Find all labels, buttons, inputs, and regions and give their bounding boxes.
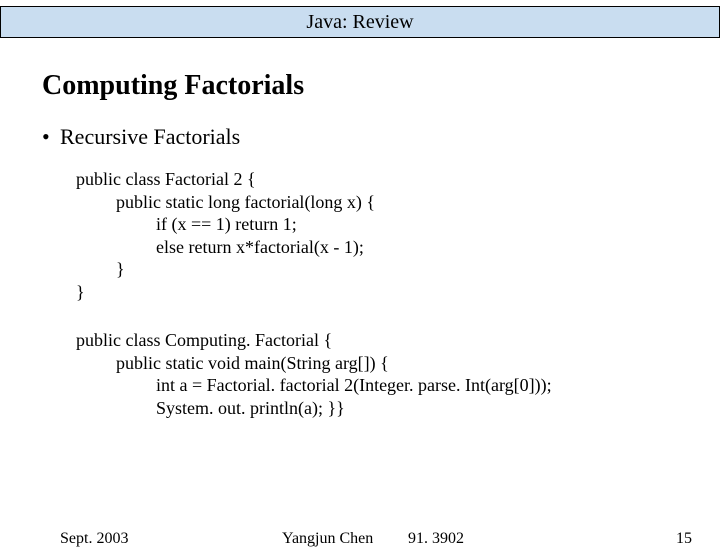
title-bar: Java: Review: [0, 6, 720, 38]
footer-author: Yangjun Chen: [282, 530, 373, 548]
bullet-dot: •: [42, 124, 60, 150]
code-line: System. out. println(a); }}: [76, 397, 720, 420]
code-line: public static void main(String arg[]) {: [76, 352, 720, 375]
bullet-text: Recursive Factorials: [60, 124, 240, 150]
code-line: }: [76, 258, 720, 281]
slide-heading: Computing Factorials: [42, 70, 720, 102]
code-line: if (x == 1) return 1;: [76, 213, 720, 236]
code-line: public class Factorial 2 {: [76, 168, 720, 191]
footer-date: Sept. 2003: [60, 530, 128, 548]
code-line: public static long factorial(long x) {: [76, 191, 720, 214]
code-line: }: [76, 281, 720, 304]
code-block-2: public class Computing. Factorial { publ…: [76, 329, 720, 419]
slide: Java: Review Computing Factorials • Recu…: [0, 6, 720, 546]
bullet-item: • Recursive Factorials: [42, 124, 720, 150]
code-line: else return x*factorial(x - 1);: [76, 236, 720, 259]
title-text: Java: Review: [306, 11, 413, 34]
code-block-1: public class Factorial 2 { public static…: [76, 168, 720, 303]
code-line: public class Computing. Factorial {: [76, 329, 720, 352]
footer-page-number: 15: [676, 530, 692, 548]
footer-course: 91. 3902: [408, 530, 464, 548]
code-line: int a = Factorial. factorial 2(Integer. …: [76, 374, 720, 397]
